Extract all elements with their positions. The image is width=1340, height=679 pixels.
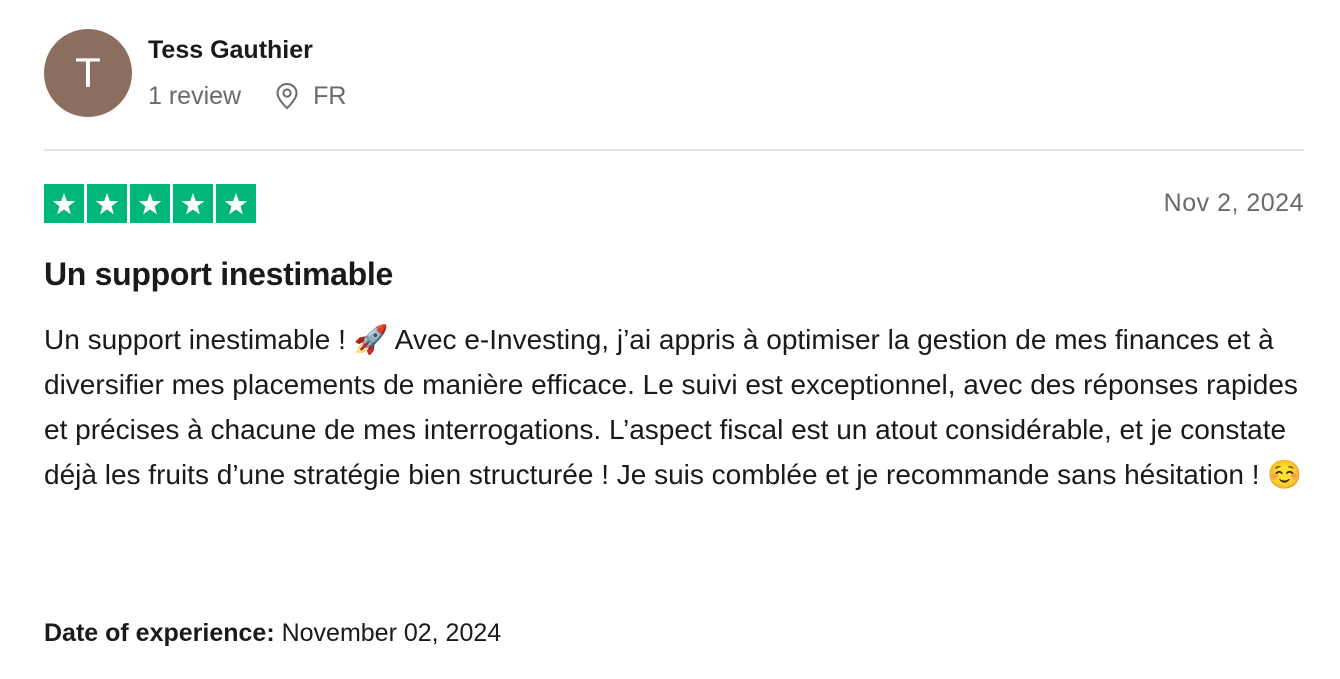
star-icon [216, 184, 256, 223]
avatar[interactable]: T [44, 29, 132, 117]
header-divider [44, 149, 1304, 151]
star-icon [173, 184, 213, 223]
location-pin-icon [275, 82, 299, 110]
experience-label: Date of experience: [44, 619, 275, 647]
star-icon [44, 184, 84, 223]
country-code: FR [313, 82, 347, 110]
star-icon [87, 184, 127, 223]
review-title[interactable]: Un support inestimable [44, 256, 393, 293]
star-icon [130, 184, 170, 223]
review-count: 1 review [148, 82, 242, 110]
consumer-location: FR [275, 81, 346, 111]
consumer-info: Tess Gauthier 1 review FR [148, 29, 346, 111]
consumer-name[interactable]: Tess Gauthier [148, 35, 346, 65]
consumer-header: T Tess Gauthier 1 review FR [44, 29, 346, 117]
date-of-experience: Date of experience: November 02, 2024 [44, 619, 501, 648]
experience-date: November 02, 2024 [281, 619, 502, 647]
star-rating [44, 184, 256, 223]
review-body: Un support inestimable ! 🚀 Avec e-Invest… [44, 324, 1303, 490]
rating-row: Nov 2, 2024 [44, 184, 1304, 223]
review-date: Nov 2, 2024 [1163, 189, 1304, 217]
consumer-meta: 1 review FR [148, 81, 346, 111]
review-card: T Tess Gauthier 1 review FR Nov 2, 2024 … [0, 0, 1340, 679]
